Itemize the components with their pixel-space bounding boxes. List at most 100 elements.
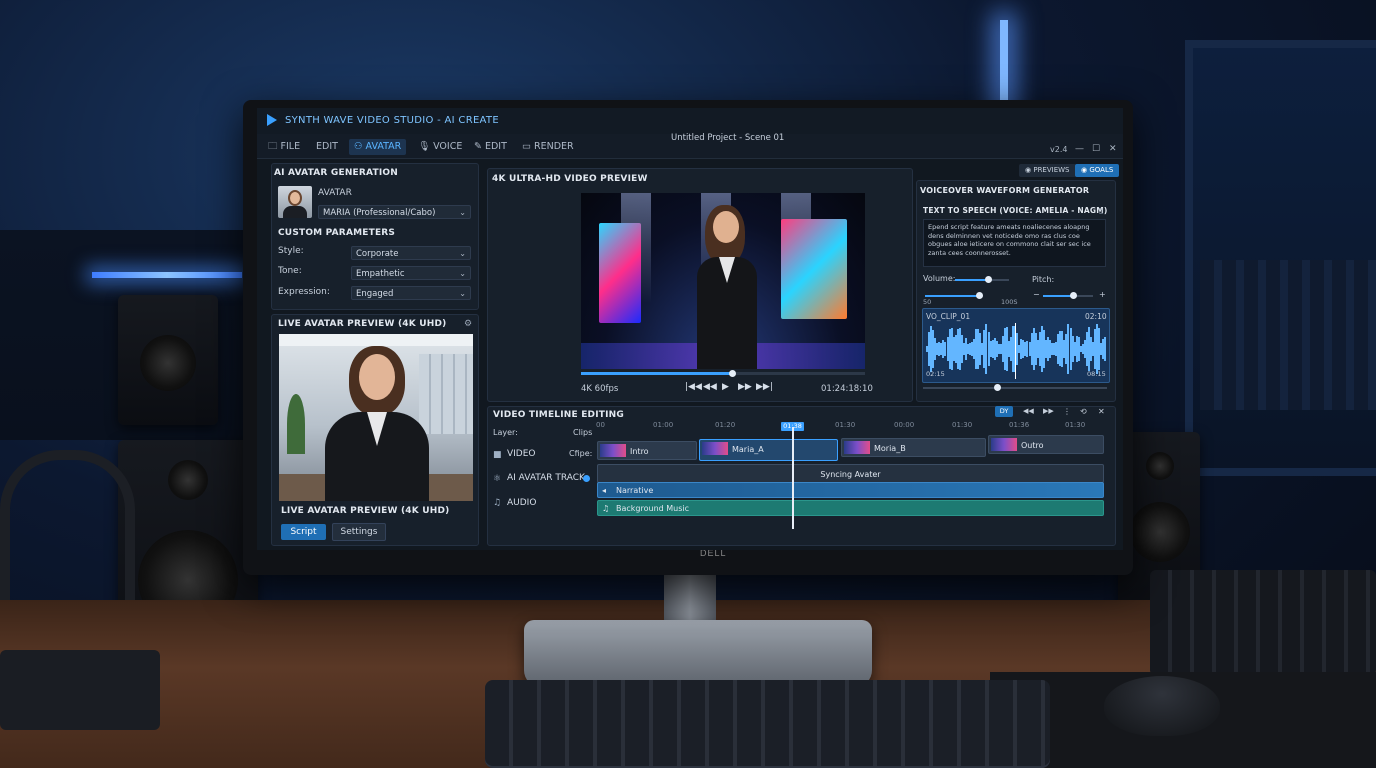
video-progress-bar[interactable]: [581, 372, 865, 375]
scale-knob[interactable]: [976, 292, 983, 299]
info-icon[interactable]: [583, 475, 590, 482]
app-window: SYNTH WAVE VIDEO STUDIO - AI CREATE 🗀 FI…: [257, 108, 1123, 550]
avatar-select[interactable]: MARIA (Professional/Cabo) ⌄: [318, 205, 471, 219]
pitch-slider-track[interactable]: [1043, 295, 1093, 297]
tone-select[interactable]: Empathetic ⌄: [351, 266, 471, 280]
clip-name: VO_CLIP_01: [926, 312, 971, 321]
time-tick: 00: [596, 421, 605, 429]
clip-thumbnail: [844, 441, 870, 454]
waveform-cursor: [1015, 323, 1016, 379]
live-preview-title: LIVE AVATAR PREVIEW (4K UHD): [278, 319, 447, 329]
person-icon: ⚇: [354, 141, 366, 152]
avatar-thumbnail[interactable]: [278, 186, 312, 218]
video-clip-intro[interactable]: Intro: [597, 441, 697, 460]
expression-select[interactable]: Engaged ⌄: [351, 286, 471, 300]
close-button[interactable]: ✕: [1109, 144, 1117, 154]
scale-fill: [925, 295, 981, 297]
time-tick: 01:20: [715, 421, 736, 429]
script-tab[interactable]: Script: [281, 524, 326, 540]
video-clip-maria-a[interactable]: Maria_A: [699, 439, 838, 461]
pitch-minus-button[interactable]: −: [1033, 290, 1040, 299]
video-preview-frame[interactable]: [581, 193, 865, 369]
time-tick: 01:30: [835, 421, 856, 429]
keyboard: [485, 680, 1050, 768]
copy-icon[interactable]: ▯: [1099, 206, 1103, 215]
voiceover-title: VOICEOVER WAVEFORM GENERATOR: [920, 186, 1090, 195]
music-note-icon: ♫: [493, 498, 502, 508]
folder-icon: 🗀: [268, 141, 281, 152]
video-clip-moria-b[interactable]: Moria_B: [841, 438, 986, 457]
previews-button[interactable]: ◉ PREVIEWS: [1019, 164, 1076, 177]
timeline-playhead[interactable]: [792, 427, 794, 529]
speaker-tweeter: [1146, 452, 1174, 480]
fast-forward-icon[interactable]: ▶▶: [738, 382, 752, 392]
office-window: [419, 354, 473, 434]
time-tick: 01:00: [653, 421, 674, 429]
time-tick: 01:36: [1009, 421, 1030, 429]
rewind-icon[interactable]: ◀◀: [703, 382, 717, 392]
timeline-more-icon[interactable]: ⋮: [1063, 407, 1071, 416]
settings-gear-icon[interactable]: ⚙: [464, 319, 472, 329]
voiceover-waveform[interactable]: VO_CLIP_01 02:10 02:15 08:15: [922, 308, 1110, 383]
pitch-label: Pitch:: [1032, 275, 1055, 284]
time-tick: 01:30: [952, 421, 973, 429]
skip-forward-icon[interactable]: ▶▶|: [756, 382, 773, 392]
skip-back-icon[interactable]: |◀◀: [685, 382, 702, 392]
version-label: v2.4: [1050, 145, 1068, 154]
goals-button[interactable]: ◉ GOALS: [1075, 164, 1120, 177]
minimize-button[interactable]: —: [1075, 144, 1084, 154]
play-icon[interactable]: ▶: [722, 382, 729, 392]
led-light-strip: [92, 272, 242, 278]
pitch-plus-button[interactable]: +: [1099, 290, 1106, 299]
video-clip-outro[interactable]: Outro: [988, 435, 1104, 454]
volume-slider-track[interactable]: [955, 279, 1009, 281]
speaker-woofer: [1130, 502, 1190, 562]
video-track-label: VIDEO: [507, 449, 536, 459]
audio-track-label: AUDIO: [507, 498, 537, 508]
narrative-audio-clip[interactable]: ◂ Narrative: [597, 482, 1104, 498]
video-preview-title: 4K ULTRA-HD VIDEO PREVIEW: [492, 174, 648, 184]
volume-scale-slider[interactable]: [925, 295, 983, 297]
wave-start-time: 02:15: [926, 370, 945, 378]
progress-fill: [581, 372, 732, 375]
avatar-face: [290, 192, 300, 204]
style-label: Style:: [278, 246, 304, 256]
expression-label: Expression:: [278, 287, 330, 297]
time-tick: 01:30: [1065, 421, 1086, 429]
timeline-close-icon[interactable]: ✕: [1098, 407, 1105, 416]
presenter-face: [713, 211, 739, 243]
menu-voice[interactable]: 🎙︎ VOICE: [413, 139, 467, 155]
clip-thumbnail: [991, 438, 1017, 451]
music-note-icon: ♫: [602, 504, 610, 513]
timeline-title: VIDEO TIMELINE EDITING: [493, 410, 624, 420]
clip-thumbnail: [702, 442, 728, 455]
settings-tab[interactable]: Settings: [332, 523, 386, 541]
pitch-slider-knob[interactable]: [1070, 292, 1077, 299]
menu-file[interactable]: 🗀 FILE: [263, 139, 305, 155]
menu-edit-tools[interactable]: ✎ EDIT: [469, 139, 512, 155]
layer-label: Layer:: [493, 428, 518, 437]
timeline-loop-icon[interactable]: ⟲: [1080, 407, 1087, 416]
live-avatar-video[interactable]: [279, 334, 473, 501]
background-music-clip[interactable]: ♫ Background Music: [597, 500, 1104, 516]
ai-avatar-track-bar[interactable]: Syncing Avater: [597, 464, 1104, 483]
stage-screen-left: [599, 223, 641, 323]
audio-interface: [0, 650, 160, 730]
waveform-scrub-knob[interactable]: [993, 384, 1001, 391]
timeline-tool-dy[interactable]: DY: [995, 406, 1013, 417]
clip-thumbnail: [600, 444, 626, 457]
menu-edit[interactable]: EDIT: [311, 139, 343, 155]
tts-title: TEXT TO SPEECH (VOICE: AMELIA - NAGM): [923, 206, 1108, 215]
speaker-icon: ◂: [602, 486, 607, 495]
timeline-prev-icon[interactable]: ◀◀: [1023, 407, 1034, 415]
menu-avatar[interactable]: ⚇ AVATAR: [349, 139, 407, 155]
menu-render[interactable]: ▭ RENDER: [517, 139, 579, 155]
script-textarea[interactable]: Epend script feature ameats noaliecenes …: [923, 219, 1106, 267]
style-select[interactable]: Corporate ⌄: [351, 246, 471, 260]
waveform-scrub-bar[interactable]: [923, 387, 1107, 389]
maximize-button[interactable]: ☐: [1092, 144, 1100, 154]
video-camera-icon: ■: [493, 450, 502, 460]
timeline-next-icon[interactable]: ▶▶: [1043, 407, 1054, 415]
progress-scrubber[interactable]: [728, 370, 736, 377]
app-logo-icon: [267, 114, 277, 126]
